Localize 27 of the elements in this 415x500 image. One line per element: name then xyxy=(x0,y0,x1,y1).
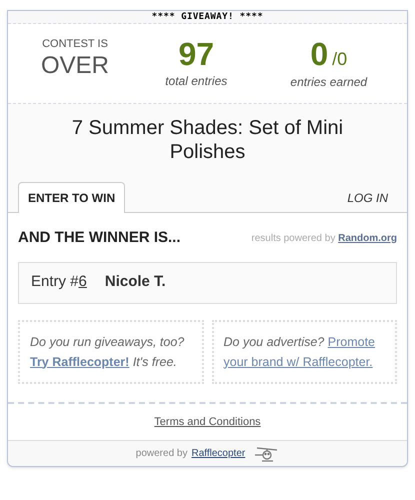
giveaway-banner: **** GIVEAWAY! **** xyxy=(8,11,407,24)
promo-link[interactable]: Promote xyxy=(328,334,375,348)
rafflecopter-link[interactable]: Rafflecopter xyxy=(191,446,246,461)
stat-total: /0 xyxy=(332,48,348,71)
contest-status: OVER xyxy=(40,52,109,78)
contest-status-label: CONTEST IS xyxy=(42,37,108,52)
stat-label: total entries xyxy=(165,73,228,90)
promo-link[interactable]: your brand w/ Rafflecopter. xyxy=(224,354,373,368)
results-credit: results powered by xyxy=(251,232,336,244)
entry-number-link[interactable]: 6 xyxy=(78,273,87,290)
winner-name: Nicole T. xyxy=(104,272,166,292)
promo-question: Do you run giveaways, too? xyxy=(30,334,184,348)
stat-value: 0 xyxy=(310,36,328,72)
promo-question: Do you advertise? xyxy=(224,334,324,348)
random-org-link[interactable]: Random.org xyxy=(338,232,397,244)
tab[interactable]: ENTER TO WIN xyxy=(18,182,126,213)
stat-value: 97 xyxy=(178,36,214,72)
winner-heading: AND THE WINNER IS... xyxy=(18,228,181,248)
tab[interactable]: LOG IN xyxy=(338,184,397,212)
terms-link[interactable]: Terms and Conditions xyxy=(154,414,261,430)
promo-link[interactable]: Try Rafflecopter! xyxy=(30,354,130,368)
powered-by-text: powered by xyxy=(136,447,188,461)
giveaway-title: 7 Summer Shades: Set of Mini Polishes xyxy=(70,116,344,164)
entry-label: Entry # xyxy=(31,273,79,290)
stat-label: entries earned xyxy=(290,74,368,91)
promo-note: It's free. xyxy=(132,354,177,368)
helicopter-icon xyxy=(253,444,280,462)
